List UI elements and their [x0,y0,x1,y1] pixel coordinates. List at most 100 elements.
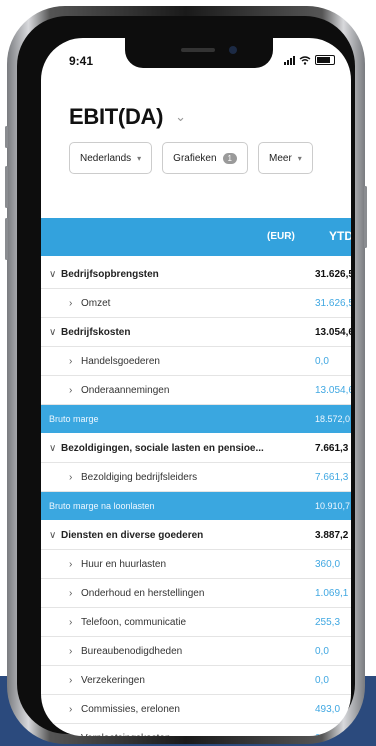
row-label-text: Bureaubenodigdheden [81,646,183,657]
ytd-column-header[interactable]: YTD [329,229,351,243]
row-label: › Handelsgoederen [69,356,309,367]
chevron-right-icon[interactable]: › [69,704,81,715]
row-value[interactable]: 0,0 [315,356,329,367]
table-row[interactable]: › Bureaubenodigdheden 0,0 [41,637,351,666]
row-label: Bruto marge na loonlasten [49,501,155,511]
row-label-text: Commissies, erelonen [81,704,180,715]
table-header: (EUR) YTD [41,218,351,256]
row-value[interactable]: 13.054,6 [315,385,351,396]
language-dropdown[interactable]: Nederlands ▾ [69,142,153,174]
row-value[interactable]: 0,0 [315,733,329,736]
chevron-right-icon[interactable]: › [69,588,81,599]
row-label: › Onderaannemingen [69,385,309,396]
table-row[interactable]: › Huur en huurlasten 360,0 [41,550,351,579]
row-value[interactable]: 360,0 [315,559,340,570]
table-row[interactable]: › Onderhoud en herstellingen 1.069,1 [41,579,351,608]
row-value: 31.626,5 [315,269,351,280]
row-value: 3.887,2 [315,530,349,541]
signal-icon [284,55,295,65]
status-time: 9:41 [69,54,94,68]
chevron-right-icon[interactable]: › [69,675,81,686]
row-label-text: Verplaatsingskosten [81,733,171,736]
chevron-right-icon[interactable]: › [69,472,81,483]
row-value[interactable]: 31.626,5 [315,298,351,309]
row-value[interactable]: 7.661,3 [315,472,348,483]
chevron-down-icon[interactable]: ∨ [49,327,61,338]
language-label: Nederlands [80,152,132,164]
row-label-text: Onderhoud en herstellingen [81,588,205,599]
row-value[interactable]: 255,3 [315,617,340,628]
chevron-down-icon[interactable]: ∨ [49,530,61,541]
table-row[interactable]: › Onderaannemingen 13.054,6 [41,376,351,405]
power-button [364,186,367,248]
caret-down-icon: ▾ [137,153,142,163]
chevron-down-icon[interactable]: ∨ [49,443,61,454]
chevron-right-icon[interactable]: › [69,298,81,309]
volume-up-button [5,166,8,208]
row-label-text: Bruto marge na loonlasten [49,501,155,511]
battery-icon [315,55,335,65]
table-row[interactable]: › Omzet 31.626,5 [41,289,351,318]
chevron-down-icon[interactable]: ⌄ [175,109,186,125]
row-label: › Commissies, erelonen [69,704,309,715]
charts-count-badge: 1 [222,152,237,164]
row-label: › Telefoon, communicatie [69,617,309,628]
row-label: ∨ Diensten en diverse goederen [49,530,311,541]
row-label-text: Bezoldiging bedrijfsleiders [81,472,198,483]
row-value[interactable]: 0,0 [315,646,329,657]
row-label-text: Bezoldigingen, sociale lasten en pensioe… [61,443,264,454]
more-dropdown[interactable]: Meer ▾ [257,142,313,174]
category-row[interactable]: ∨ Bezoldigingen, sociale lasten en pensio… [41,434,351,463]
row-label-text: Diensten en diverse goederen [61,530,204,541]
row-label: Bruto marge [49,414,99,424]
chevron-right-icon[interactable]: › [69,646,81,657]
phone-bezel: 9:41 EBIT(DA) ⌄ Nederlands ▾ Grafieken 1… [17,16,355,736]
table-row[interactable]: › Telefoon, communicatie 255,3 [41,608,351,637]
row-label-text: Verzekeringen [81,675,145,686]
row-label-text: Onderaannemingen [81,385,170,396]
chevron-right-icon[interactable]: › [69,385,81,396]
row-label: › Onderhoud en herstellingen [69,588,309,599]
charts-label: Grafieken [173,152,217,164]
row-label: ∨ Bezoldigingen, sociale lasten en pensio… [49,443,311,454]
chevron-down-icon[interactable]: ∨ [49,269,61,280]
category-row[interactable]: ∨ Diensten en diverse goederen 3.887,2 [41,521,351,550]
table-row[interactable]: › Commissies, erelonen 493,0 [41,695,351,724]
row-label: › Omzet [69,298,309,309]
chevron-right-icon[interactable]: › [69,559,81,570]
row-label: ∨ Bedrijfskosten [49,327,311,338]
front-camera [229,46,237,54]
table-row[interactable]: › Handelsgoederen 0,0 [41,347,351,376]
row-label: › Verzekeringen [69,675,309,686]
page-title-row[interactable]: EBIT(DA) ⌄ [69,104,186,130]
mute-switch [5,126,8,148]
row-label-text: Bedrijfskosten [61,327,131,338]
row-value[interactable]: 1.069,1 [315,588,348,599]
table-row[interactable]: › Verzekeringen 0,0 [41,666,351,695]
chevron-right-icon[interactable]: › [69,356,81,367]
phone-screen: 9:41 EBIT(DA) ⌄ Nederlands ▾ Grafieken 1… [41,38,351,736]
row-value[interactable]: 0,0 [315,675,329,686]
row-label: ›Verplaatsingskosten [69,733,309,736]
subtotal-row: Bruto marge na loonlasten 10.910,7 [41,492,351,521]
charts-button[interactable]: Grafieken 1 [162,142,248,174]
row-label-text: Huur en huurlasten [81,559,167,570]
table-row[interactable]: ›Verplaatsingskosten 0,0 [41,724,351,736]
category-row[interactable]: ∨ Bedrijfsopbrengsten 31.626,5 [41,260,351,289]
filter-bar: Nederlands ▾ Grafieken 1 Meer ▾ [69,142,313,174]
subtotal-row: Bruto marge 18.572,0 [41,405,351,434]
table-row[interactable]: › Bezoldiging bedrijfsleiders 7.661,3 [41,463,351,492]
row-label-text: Bruto marge [49,414,99,424]
row-value[interactable]: 493,0 [315,704,340,715]
row-value: 13.054,6 [315,327,351,338]
wifi-icon [299,55,311,65]
more-label: Meer [268,152,292,164]
category-row[interactable]: ∨ Bedrijfskosten 13.054,6 [41,318,351,347]
phone-notch [125,38,273,68]
row-label-text: Omzet [81,298,111,309]
chevron-right-icon[interactable]: › [69,617,81,628]
row-value: 10.910,7 [315,501,351,511]
row-label: › Bezoldiging bedrijfsleiders [69,472,309,483]
row-label: › Huur en huurlasten [69,559,309,570]
chevron-right-icon[interactable]: › [69,733,81,736]
